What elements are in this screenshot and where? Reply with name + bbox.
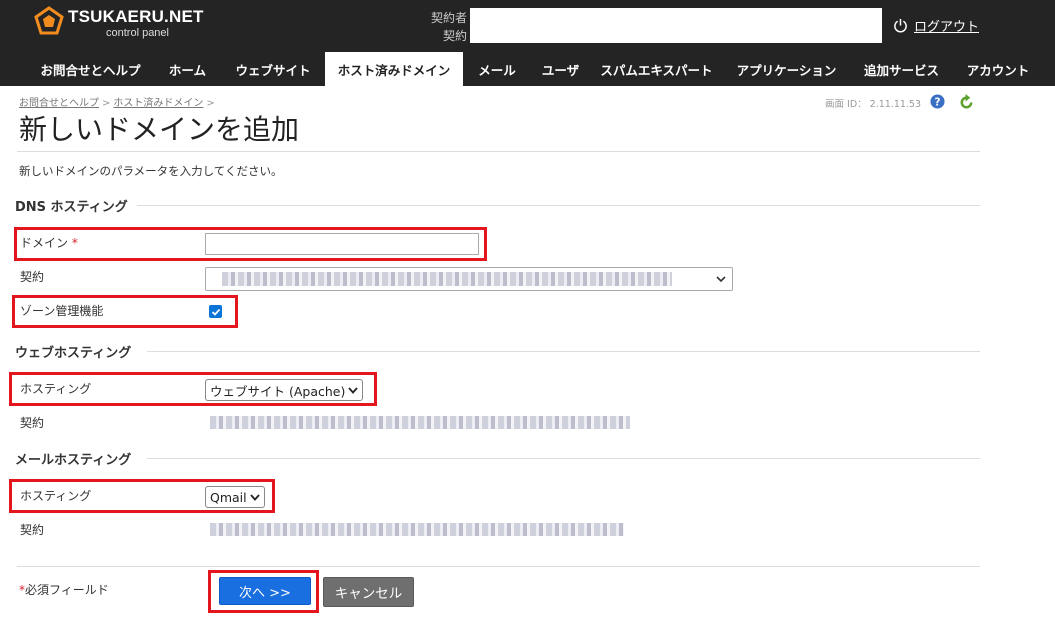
mail-hosting-label: ホスティング bbox=[20, 489, 92, 503]
brand-logo[interactable]: TSUKAERU.NET control panel bbox=[34, 4, 204, 42]
mail-hosting-select[interactable]: Qmail bbox=[205, 486, 265, 508]
logo-pentagon-icon bbox=[34, 6, 64, 35]
account-holder-label: 契約者 bbox=[431, 11, 468, 25]
zone-management-checkbox[interactable] bbox=[209, 305, 222, 318]
web-hosting-label: ホスティング bbox=[20, 382, 92, 396]
tab-websites[interactable]: ウェブサイト bbox=[221, 52, 325, 86]
zone-management-label: ゾーン管理機能 bbox=[20, 304, 104, 318]
redacted-mail-contract bbox=[210, 523, 624, 536]
section-divider bbox=[137, 205, 980, 206]
required-note-text: 必須フィールド bbox=[25, 583, 109, 597]
section-divider bbox=[147, 458, 980, 459]
tab-users[interactable]: ユーザ bbox=[531, 52, 590, 86]
required-note: *必須フィールド bbox=[19, 581, 109, 598]
account-contract-label: 契約 bbox=[443, 29, 468, 43]
domain-label-text: ドメイン bbox=[20, 236, 69, 250]
redacted-contract bbox=[222, 272, 672, 286]
mail-contract-label: 契約 bbox=[20, 523, 45, 537]
tab-mail[interactable]: メール bbox=[463, 52, 531, 86]
mail-hosting-value: Qmail bbox=[210, 489, 247, 505]
tab-help[interactable]: お問合せとヘルプ bbox=[27, 52, 154, 86]
tab-spam-experts[interactable]: スパムエキスパート bbox=[590, 52, 723, 86]
cancel-button[interactable]: キャンセル bbox=[323, 577, 414, 607]
logout-link[interactable]: ログアウト bbox=[893, 15, 979, 35]
page-title: 新しいドメインを追加 bbox=[19, 113, 300, 146]
next-button[interactable]: 次へ >> bbox=[219, 577, 311, 605]
tab-hosted-domains[interactable]: ホスト済みドメイン bbox=[325, 52, 463, 86]
help-icon[interactable]: ? bbox=[930, 94, 945, 109]
tab-account[interactable]: アカウント bbox=[953, 52, 1043, 86]
section-divider bbox=[147, 351, 980, 352]
main-nav: お問合せとヘルプ ホーム ウェブサイト ホスト済みドメイン メール ユーザ スパ… bbox=[0, 52, 1055, 86]
dns-contract-select[interactable] bbox=[205, 267, 733, 291]
logo-title: TSUKAERU.NET bbox=[68, 7, 204, 26]
footer-divider bbox=[17, 566, 980, 567]
web-contract-label: 契約 bbox=[20, 416, 45, 430]
section-mail-title: メールホスティング bbox=[15, 453, 132, 468]
tab-additional-services[interactable]: 追加サービス bbox=[850, 52, 953, 86]
domain-input[interactable] bbox=[205, 233, 479, 255]
dns-contract-label: 契約 bbox=[20, 270, 45, 284]
refresh-icon[interactable] bbox=[958, 94, 975, 111]
tab-applications[interactable]: アプリケーション bbox=[723, 52, 850, 86]
redacted-web-contract bbox=[210, 416, 630, 429]
section-dns-title: DNS ホスティング bbox=[15, 200, 128, 215]
chevron-down-icon bbox=[716, 276, 726, 283]
tab-home[interactable]: ホーム bbox=[154, 52, 221, 86]
screen-id: 画面 ID： 2.11.11.53 bbox=[825, 99, 922, 110]
domain-label: ドメイン * bbox=[20, 234, 78, 251]
intro-text: 新しいドメインのパラメータを入力してください。 bbox=[19, 164, 283, 178]
chevron-down-icon bbox=[250, 494, 260, 501]
account-info: 契約者 契約 bbox=[428, 8, 888, 44]
breadcrumb: お問合せとヘルプ > ホスト済みドメイン > bbox=[19, 94, 218, 109]
web-hosting-value: ウェブサイト (Apache) bbox=[210, 383, 346, 399]
top-header: TSUKAERU.NET control panel 契約者 契約 ログアウト … bbox=[0, 0, 1055, 86]
check-icon bbox=[211, 308, 220, 316]
logo-subtitle: control panel bbox=[106, 27, 169, 39]
section-web-title: ウェブホスティング bbox=[15, 346, 132, 361]
logout-label: ログアウト bbox=[914, 19, 980, 35]
web-hosting-select[interactable]: ウェブサイト (Apache) bbox=[205, 379, 363, 401]
required-asterisk: * bbox=[71, 236, 78, 250]
chevron-down-icon bbox=[348, 387, 358, 394]
power-icon bbox=[894, 18, 907, 32]
main-content: お問合せとヘルプ > ホスト済みドメイン > 画面 ID： 2.11.11.53 ? … bbox=[0, 86, 1055, 623]
account-info-box bbox=[470, 8, 882, 43]
title-divider bbox=[17, 151, 980, 152]
svg-text:?: ? bbox=[935, 96, 941, 108]
